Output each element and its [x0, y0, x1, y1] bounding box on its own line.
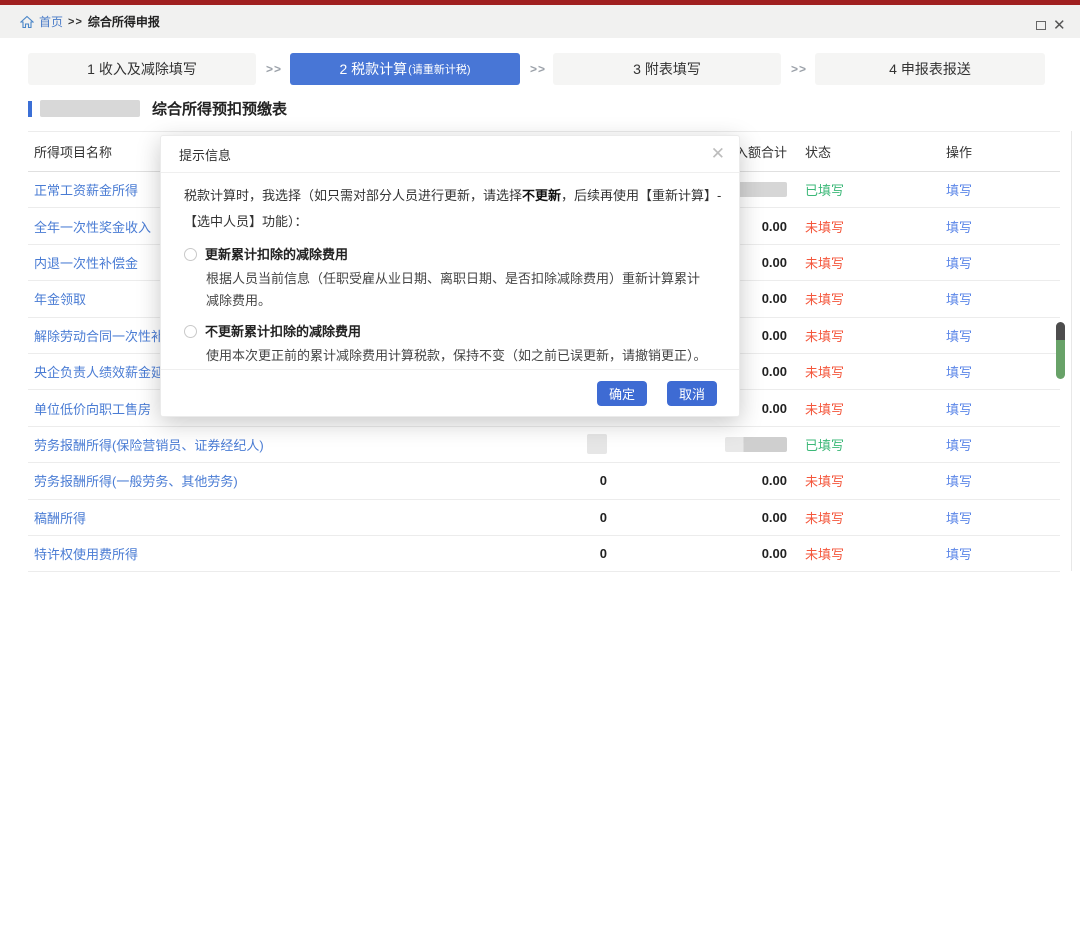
- home-icon: [20, 15, 34, 29]
- count-value: 0: [600, 546, 607, 561]
- title-accent-bar: [28, 101, 32, 117]
- breadcrumb-home-link[interactable]: 首页: [39, 13, 63, 30]
- option-no-update-label[interactable]: 不更新累计扣除的减除费用: [205, 324, 361, 339]
- step-2-sublabel: (请重新计税): [408, 61, 470, 77]
- amount-value: 0.00: [762, 364, 787, 379]
- prompt-dialog: 提示信息 ✕ 税款计算时，我选择（如只需对部分人员进行更新，请选择不更新，后续再…: [160, 135, 740, 417]
- intro-text-1: 税款计算时，我选择（如只需对部分人员进行更新，请选择: [184, 188, 522, 203]
- page-title: 综合所得预扣预缴表: [152, 98, 287, 119]
- radio-no-update[interactable]: [184, 325, 197, 338]
- count-value: 0: [600, 510, 607, 525]
- status-badge: 未填写: [805, 217, 844, 236]
- amount-value: 0.00: [762, 219, 787, 234]
- income-item-link[interactable]: 年金领取: [34, 289, 86, 308]
- app-window: 首页 >> 综合所得申报 ✕ 1 收入及减除填写 >> 2 税款计算 (请重新计…: [0, 0, 1080, 943]
- redacted-company-name: [40, 100, 140, 117]
- status-badge: 已填写: [805, 180, 844, 199]
- step-2-label: 2 税款计算: [339, 59, 407, 79]
- table-row: 劳务报酬所得(一般劳务、其他劳务) 0 0.00 未填写 填写: [28, 463, 1060, 499]
- scrollbar-track: [1071, 131, 1072, 571]
- status-badge: 未填写: [805, 362, 844, 381]
- header-action: 操作: [932, 132, 1060, 171]
- step-separator-2: >>: [526, 53, 550, 85]
- status-badge: 未填写: [805, 289, 844, 308]
- step-2-tax-calc[interactable]: 2 税款计算 (请重新计税): [290, 53, 520, 85]
- option-no-update: 不更新累计扣除的减除费用 使用本次更正前的累计减除费用计算税款，保持不变（如之前…: [184, 321, 721, 367]
- status-badge: 未填写: [805, 508, 844, 527]
- status-badge: 已填写: [805, 435, 844, 454]
- amount-value: 0.00: [762, 328, 787, 343]
- option-update-desc: 根据人员当前信息（任职受雇从业日期、离职日期、是否扣除减除费用）重新计算累计减除…: [206, 268, 711, 312]
- status-badge: 未填写: [805, 544, 844, 563]
- option-update: 更新累计扣除的减除费用 根据人员当前信息（任职受雇从业日期、离职日期、是否扣除减…: [184, 244, 721, 312]
- status-badge: 未填写: [805, 399, 844, 418]
- step-4-label: 4 申报表报送: [889, 59, 971, 79]
- income-item-link[interactable]: 单位低价向职工售房: [34, 399, 151, 418]
- income-item-link[interactable]: 全年一次性奖金收入: [34, 217, 151, 236]
- intro-text-bold: 不更新: [522, 188, 561, 203]
- dialog-footer: 确定 取消: [161, 369, 739, 416]
- breadcrumb: 首页 >> 综合所得申报 ✕: [0, 5, 1080, 38]
- dialog-intro-text: 税款计算时，我选择（如只需对部分人员进行更新，请选择不更新，后续再使用【重新计算…: [184, 183, 732, 235]
- step-1-income[interactable]: 1 收入及减除填写: [28, 53, 256, 85]
- step-separator-1: >>: [262, 53, 286, 85]
- fill-action-link[interactable]: 填写: [946, 217, 972, 236]
- radio-update[interactable]: [184, 248, 197, 261]
- income-item-link[interactable]: 稿酬所得: [34, 508, 86, 527]
- step-4-submit[interactable]: 4 申报表报送: [815, 53, 1045, 85]
- status-badge: 未填写: [805, 471, 844, 490]
- dialog-body: 税款计算时，我选择（如只需对部分人员进行更新，请选择不更新，后续再使用【重新计算…: [161, 173, 739, 367]
- amount-value: 0.00: [762, 510, 787, 525]
- fill-action-link[interactable]: 填写: [946, 508, 972, 527]
- confirm-button[interactable]: 确定: [597, 381, 647, 406]
- fill-action-link[interactable]: 填写: [946, 326, 972, 345]
- status-badge: 未填写: [805, 326, 844, 345]
- table-row: 稿酬所得 0 0.00 未填写 填写: [28, 500, 1060, 536]
- maximize-icon[interactable]: [1036, 21, 1046, 30]
- amount-value: 0.00: [762, 401, 787, 416]
- dialog-title: 提示信息: [179, 145, 231, 164]
- amount-value: 0.00: [762, 546, 787, 561]
- fill-action-link[interactable]: 填写: [946, 544, 972, 563]
- fill-action-link[interactable]: 填写: [946, 435, 972, 454]
- fill-action-link[interactable]: 填写: [946, 253, 972, 272]
- redacted-value: [725, 437, 787, 452]
- fill-action-link[interactable]: 填写: [946, 362, 972, 381]
- fill-action-link[interactable]: 填写: [946, 471, 972, 490]
- option-no-update-desc: 使用本次更正前的累计减除费用计算税款，保持不变（如之前已误更新，请撤销更正）。: [206, 345, 711, 367]
- amount-value: 0.00: [762, 291, 787, 306]
- fill-action-link[interactable]: 填写: [946, 180, 972, 199]
- step-3-schedules[interactable]: 3 附表填写: [553, 53, 781, 85]
- income-item-link[interactable]: 劳务报酬所得(保险营销员、证券经纪人): [34, 435, 264, 454]
- cancel-button[interactable]: 取消: [667, 381, 717, 406]
- step-1-label: 1 收入及减除填写: [87, 59, 197, 79]
- table-row: 劳务报酬所得(保险营销员、证券经纪人) 已填写 填写: [28, 427, 1060, 463]
- breadcrumb-separator: >>: [68, 16, 83, 28]
- step-3-label: 3 附表填写: [633, 59, 701, 79]
- breadcrumb-current: 综合所得申报: [88, 13, 160, 30]
- dialog-header: 提示信息: [161, 136, 739, 173]
- redacted-value: [732, 182, 787, 197]
- fill-action-link[interactable]: 填写: [946, 289, 972, 308]
- close-icon[interactable]: ✕: [1053, 16, 1066, 36]
- scrollbar-thumb[interactable]: [1056, 322, 1065, 379]
- step-separator-3: >>: [787, 53, 811, 85]
- amount-value: 0.00: [762, 473, 787, 488]
- redacted-value: [587, 434, 607, 454]
- table-row: 特许权使用费所得 0 0.00 未填写 填写: [28, 536, 1060, 572]
- income-item-link[interactable]: 正常工资薪金所得: [34, 180, 138, 199]
- income-item-link[interactable]: 特许权使用费所得: [34, 544, 138, 563]
- fill-action-link[interactable]: 填写: [946, 399, 972, 418]
- amount-value: 0.00: [762, 255, 787, 270]
- status-badge: 未填写: [805, 253, 844, 272]
- option-update-label[interactable]: 更新累计扣除的减除费用: [205, 247, 348, 262]
- header-status: 状态: [797, 132, 932, 171]
- income-item-link[interactable]: 劳务报酬所得(一般劳务、其他劳务): [34, 471, 238, 490]
- count-value: 0: [600, 473, 607, 488]
- income-item-link[interactable]: 内退一次性补偿金: [34, 253, 138, 272]
- dialog-close-icon[interactable]: ✕: [711, 144, 725, 164]
